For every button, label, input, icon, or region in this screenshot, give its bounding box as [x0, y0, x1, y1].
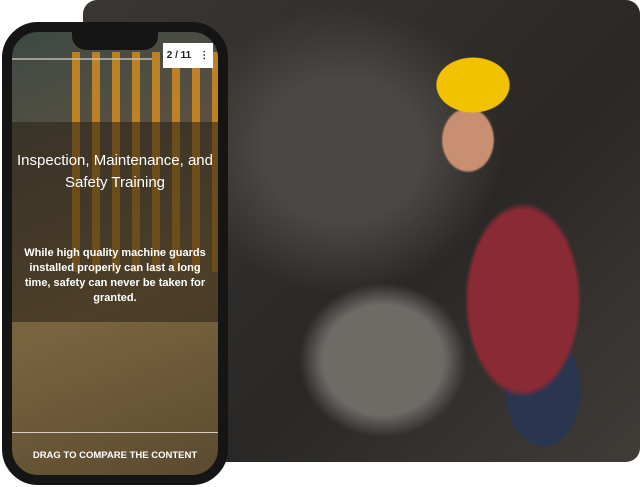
divider	[12, 432, 218, 433]
title-line: Inspection, Maintenance, and	[17, 152, 213, 169]
progress-line	[12, 58, 152, 60]
phone-mockup: 2 / 11 ⋮ Inspection, Maintenance, and Safe…	[2, 22, 228, 485]
drag-compare-handle[interactable]: DRAG TO COMPARE THE CONTENT	[12, 450, 218, 461]
slide-counter-text: 2 / 11	[166, 50, 192, 61]
title-line: Safety Training	[64, 174, 166, 191]
slide-counter[interactable]: 2 / 11 ⋮	[163, 43, 213, 68]
slide-title: Inspection, Maintenance, and Safety Train…	[12, 150, 218, 194]
phone-notch	[72, 32, 158, 50]
more-icon[interactable]: ⋮	[199, 50, 209, 61]
slide-body: While high quality machine guards instal…	[24, 247, 206, 304]
